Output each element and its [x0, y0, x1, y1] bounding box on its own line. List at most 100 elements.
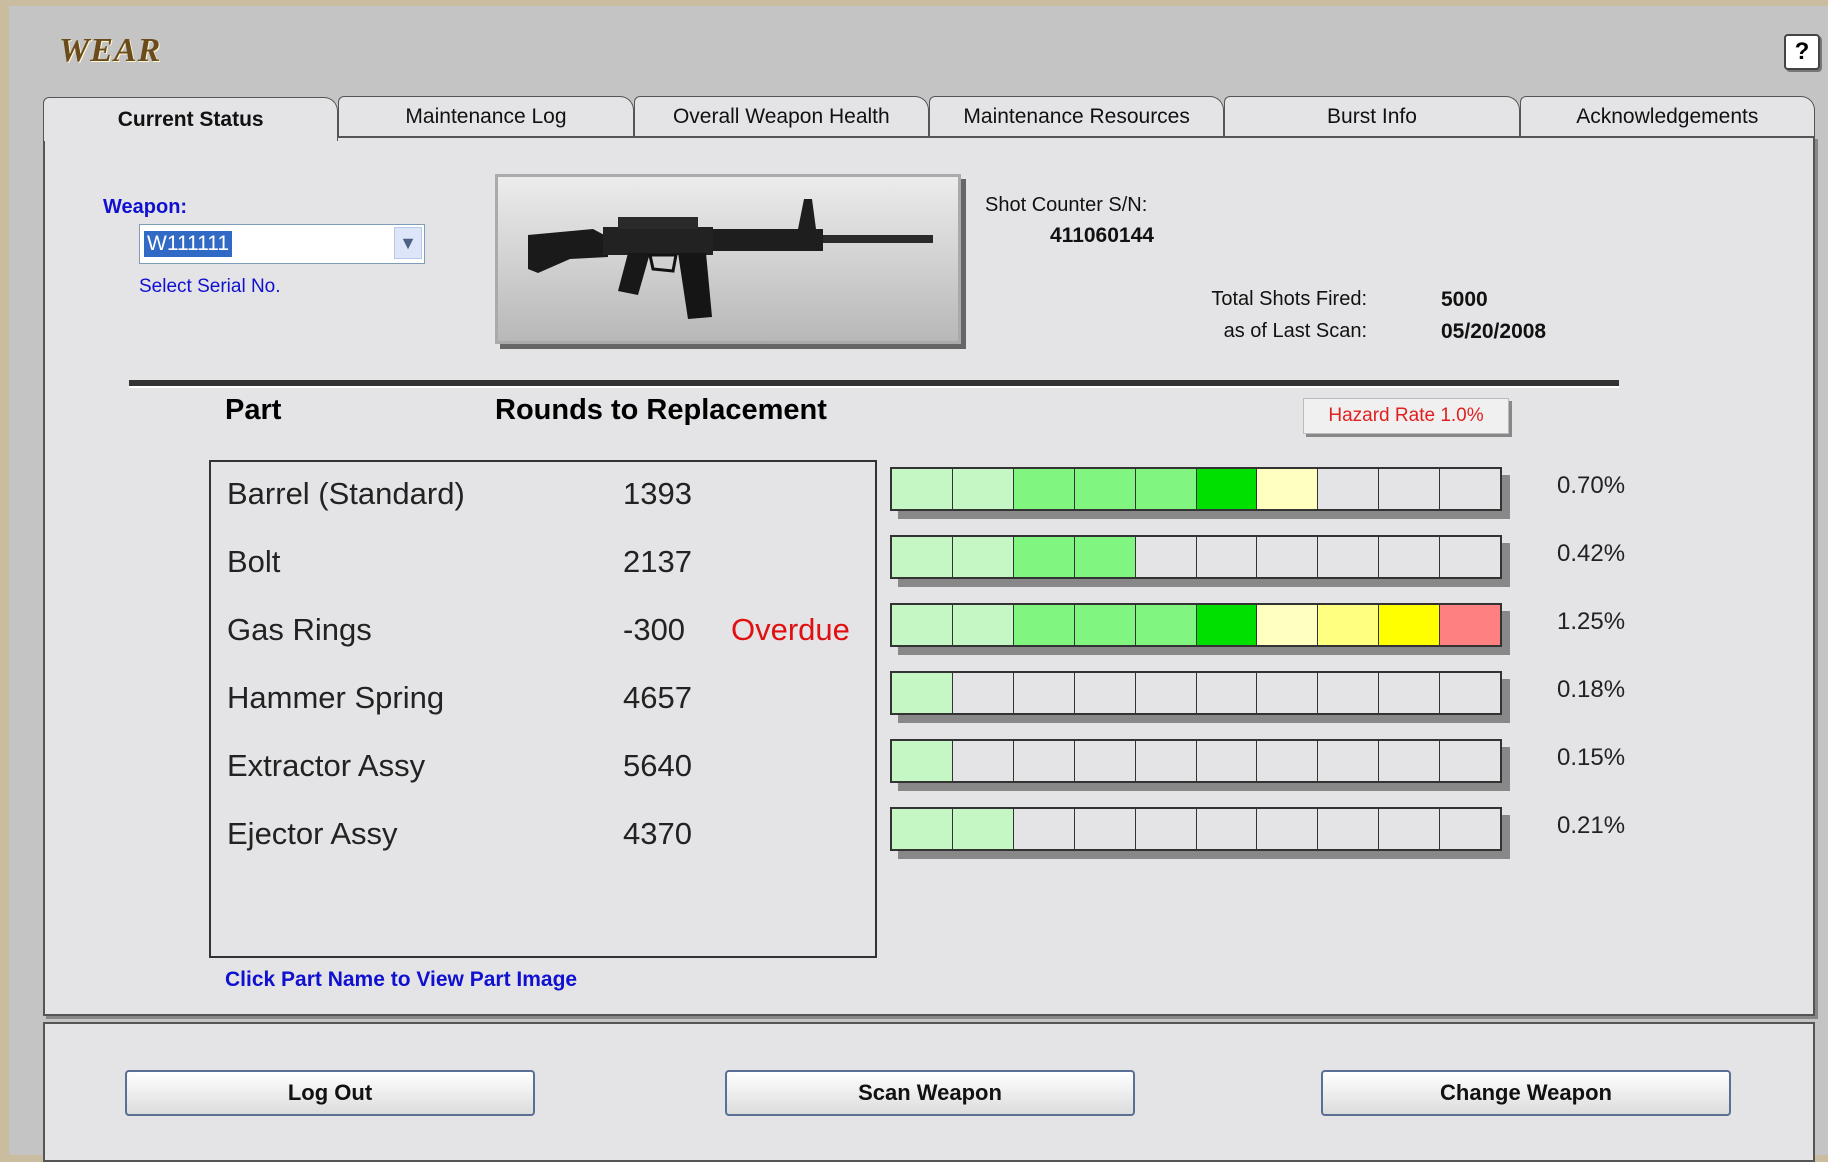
wear-bar-segment	[1013, 673, 1075, 713]
wear-bar-segment	[1196, 469, 1258, 509]
wear-bar-segment	[1318, 809, 1380, 849]
wear-bar-segment	[1318, 605, 1380, 645]
last-scan-label: as of Last Scan:	[1223, 320, 1367, 342]
wear-bar-segment	[1318, 469, 1380, 509]
wear-percent: 0.42%	[1557, 540, 1626, 567]
last-scan-value: 05/20/2008	[1441, 320, 1547, 343]
wear-bar-segment	[892, 605, 953, 645]
part-rounds: 1393	[623, 476, 692, 511]
wear-bar-gas-rings	[890, 603, 1502, 647]
part-rounds: 5640	[623, 748, 692, 783]
shot-counter-sn-label: Shot Counter S/N:	[985, 194, 1148, 216]
wear-bar-segment	[1074, 741, 1136, 781]
log-out-button[interactable]: Log Out	[125, 1070, 535, 1116]
part-row: Gas Rings -300 Overdue	[211, 600, 875, 660]
wear-bar-segment	[952, 605, 1014, 645]
tab-maintenance-log[interactable]: Maintenance Log	[338, 96, 634, 136]
shot-counter-sn-value: 411060144	[1050, 224, 1154, 247]
total-shots-value: 5000	[1441, 288, 1488, 311]
wear-bar-segment	[1440, 605, 1501, 645]
weapon-select-value: W111111	[144, 231, 233, 257]
part-name-hammer-spring[interactable]: Hammer Spring	[227, 680, 444, 716]
wear-percent: 0.18%	[1557, 676, 1626, 703]
part-image-hint: Click Part Name to View Part Image	[225, 968, 578, 991]
wear-bar-segment	[1074, 537, 1136, 577]
wear-bar-segment	[1318, 673, 1380, 713]
wear-bar-segment	[952, 673, 1014, 713]
app-title: WEAR	[59, 32, 162, 69]
tab-acknowledgements[interactable]: Acknowledgements	[1519, 96, 1815, 136]
wear-bar-segment	[1257, 741, 1319, 781]
wear-bar-segment	[1257, 605, 1319, 645]
part-name-extractor-assy[interactable]: Extractor Assy	[227, 748, 425, 784]
wear-bar-segment	[1013, 469, 1075, 509]
tab-overall-weapon-health[interactable]: Overall Weapon Health	[633, 96, 929, 136]
wear-bar-segment	[1196, 537, 1258, 577]
wear-bar-segment	[892, 809, 953, 849]
wear-bar-segment	[1379, 809, 1441, 849]
rounds-column-header: Rounds to Replacement	[495, 394, 827, 426]
wear-bar-segment	[952, 537, 1014, 577]
wear-bar-segment	[1074, 809, 1136, 849]
wear-bar-segment	[1257, 537, 1319, 577]
help-button[interactable]: ?	[1784, 34, 1820, 70]
wear-bar-segment	[1440, 537, 1501, 577]
wear-percent: 1.25%	[1557, 608, 1626, 635]
select-serial-hint: Select Serial No.	[139, 276, 281, 297]
wear-bar-segment	[1074, 605, 1136, 645]
wear-bar-segment	[1379, 605, 1441, 645]
part-name-gas-rings[interactable]: Gas Rings	[227, 612, 372, 648]
part-row: Bolt 2137	[211, 532, 875, 592]
tab-maintenance-resources[interactable]: Maintenance Resources	[928, 96, 1225, 136]
wear-bar-segment	[1440, 469, 1501, 509]
wear-bar-segment	[1135, 673, 1197, 713]
part-row: Extractor Assy 5640	[211, 736, 875, 796]
wear-bar-segment	[1074, 469, 1136, 509]
wear-bar-segment	[1257, 673, 1319, 713]
wear-bar-segment	[1196, 741, 1258, 781]
footer-panel: Log Out Scan Weapon Change Weapon	[43, 1022, 1815, 1162]
wear-app-window: WEAR ? Current Status Maintenance Log Ov…	[9, 6, 1828, 1162]
divider	[129, 380, 1619, 386]
part-row: Ejector Assy 4370	[211, 804, 875, 864]
wear-bar-segment	[1257, 809, 1319, 849]
part-rounds: 2137	[623, 544, 692, 579]
part-name-ejector-assy[interactable]: Ejector Assy	[227, 816, 398, 852]
scan-weapon-button[interactable]: Scan Weapon	[725, 1070, 1135, 1116]
wear-percent: 0.15%	[1557, 744, 1626, 771]
wear-bar-segment	[1196, 605, 1258, 645]
tab-burst-info[interactable]: Burst Info	[1224, 96, 1520, 136]
weapon-select[interactable]: W111111 ▼	[139, 224, 425, 264]
change-weapon-button[interactable]: Change Weapon	[1321, 1070, 1731, 1116]
hazard-rate-button[interactable]: Hazard Rate 1.0%	[1303, 398, 1509, 434]
part-name-barrel[interactable]: Barrel (Standard)	[227, 476, 465, 512]
wear-bar-segment	[1135, 809, 1197, 849]
part-rounds: 4657	[623, 680, 692, 715]
wear-bar-segment	[1440, 809, 1501, 849]
wear-bar-segment	[1013, 605, 1075, 645]
tab-current-status[interactable]: Current Status	[43, 97, 339, 141]
wear-bar-segment	[1135, 537, 1197, 577]
wear-bar-segment	[1013, 809, 1075, 849]
parts-list: Barrel (Standard) 1393 Bolt 2137 Gas Rin…	[209, 460, 877, 958]
part-status-overdue: Overdue	[731, 612, 850, 647]
part-rounds: -300	[623, 612, 686, 647]
chevron-down-icon[interactable]: ▼	[394, 227, 422, 259]
part-name-bolt[interactable]: Bolt	[227, 544, 280, 580]
wear-bar-segment	[952, 741, 1014, 781]
wear-bar-segment	[1135, 741, 1197, 781]
wear-bar-segment	[1379, 469, 1441, 509]
part-row: Barrel (Standard) 1393	[211, 464, 875, 524]
wear-bar-segment	[1379, 537, 1441, 577]
part-rounds: 4370	[623, 816, 692, 851]
wear-bar-segment	[1379, 673, 1441, 713]
wear-bar-segment	[1196, 673, 1258, 713]
wear-bar-segment	[1013, 741, 1075, 781]
wear-bar-segment	[1074, 673, 1136, 713]
wear-bar-segment	[1135, 469, 1197, 509]
tab-bar: Current Status Maintenance Log Overall W…	[43, 94, 1815, 141]
wear-bar-segment	[1440, 741, 1501, 781]
wear-bar-segment	[1013, 537, 1075, 577]
wear-bar-segment	[1135, 605, 1197, 645]
wear-bar-segment	[892, 537, 953, 577]
